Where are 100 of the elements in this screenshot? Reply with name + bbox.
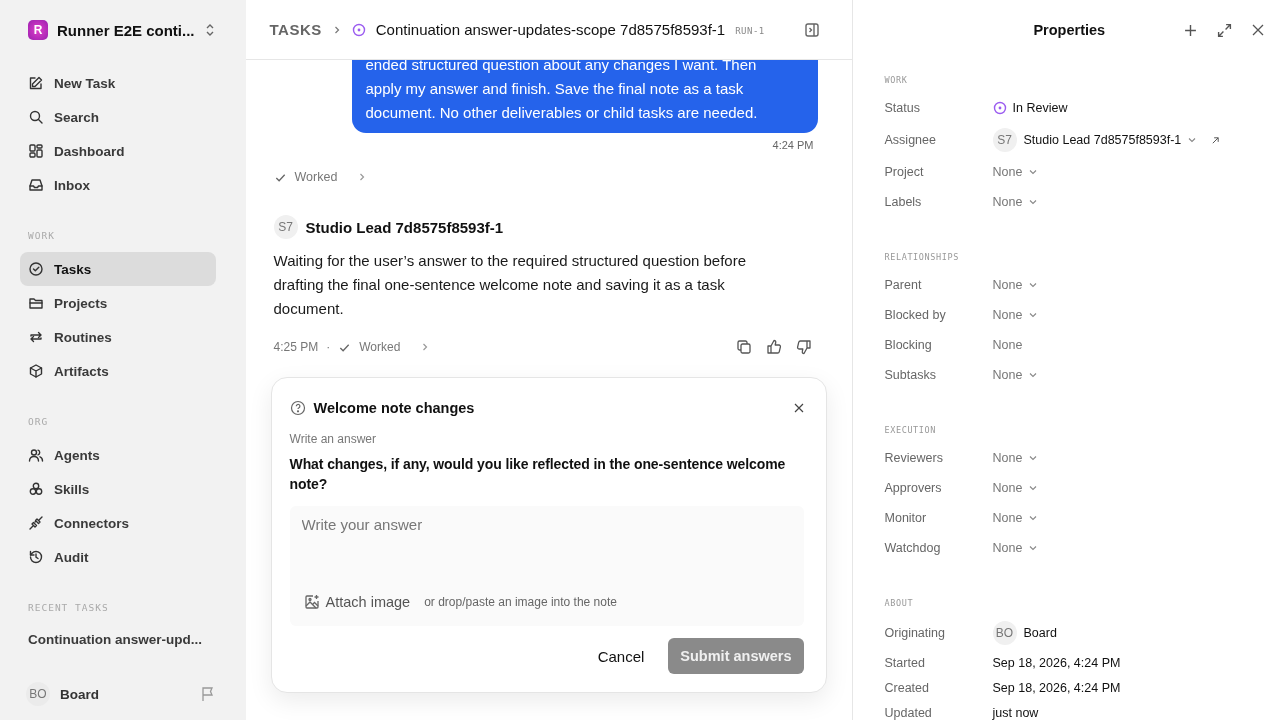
caret-down-icon[interactable] (1028, 513, 1039, 523)
cancel-button[interactable]: Cancel (587, 639, 655, 673)
section-label: WORK (27, 229, 56, 243)
separator-dot: · (326, 340, 331, 354)
flag-icon[interactable] (199, 686, 216, 702)
property-value[interactable]: None (992, 368, 1023, 382)
caret-down-icon[interactable] (1028, 197, 1039, 207)
nav-item[interactable]: Inbox (20, 168, 216, 202)
caret-down-icon[interactable] (1028, 370, 1039, 380)
plug-icon (28, 515, 44, 531)
agent-name: Studio Lead 7d8575f8593f-1 (305, 218, 504, 236)
agent-avatar: S7 (273, 215, 298, 239)
caret-down-icon[interactable] (1187, 135, 1198, 145)
nav-item[interactable]: Tasks (20, 252, 216, 286)
avatar-initials: S7 (992, 128, 1017, 152)
nav-item[interactable]: Agents (20, 438, 216, 472)
grid-icon (28, 143, 44, 159)
user-name[interactable]: Board (60, 686, 190, 702)
property-value[interactable]: None (992, 481, 1023, 495)
agent-message: Waiting for the user’s answer to the required structured question before drafting the final one-sentence welcome note and saving it as a task document. (273, 251, 747, 319)
property-label: Watchdog (884, 541, 942, 555)
image-plus-icon (303, 594, 320, 610)
close-icon[interactable] (793, 403, 804, 413)
property-value: Sep 18, 2026, 4:24 PM (992, 655, 1121, 670)
property-label: Status (884, 101, 921, 115)
property-label: Approvers (884, 481, 943, 495)
property-value[interactable]: None (992, 451, 1023, 465)
check-circle-icon (28, 261, 44, 277)
nav-item[interactable]: Connectors (20, 506, 216, 540)
property-label: Monitor (884, 511, 928, 525)
workspace-name[interactable]: Runner E2E conti... (57, 21, 195, 39)
property-value[interactable]: None (992, 195, 1023, 209)
property-value[interactable]: None (992, 308, 1023, 322)
expand-icon[interactable] (1217, 22, 1232, 38)
search-icon (28, 109, 44, 125)
caret-down-icon[interactable] (1028, 543, 1039, 553)
caret-down-icon[interactable] (1028, 310, 1039, 320)
question-text: What changes, if any, would you like reflected in the one-sentence welcome note? (289, 455, 787, 494)
property-label: Reviewers (884, 451, 944, 465)
circles-icon (28, 481, 44, 497)
edit-icon (28, 75, 44, 91)
panel-toggle-icon[interactable] (803, 21, 820, 38)
attach-image-button[interactable]: Attach image (301, 594, 411, 610)
property-label: Parent (884, 278, 923, 292)
user-avatar: BO (26, 682, 50, 706)
property-label: Blocking (884, 338, 933, 352)
help-icon (289, 400, 306, 416)
nav-item[interactable]: New Task (20, 66, 216, 100)
thumbs-up-icon[interactable] (765, 339, 782, 355)
people-icon (28, 447, 44, 463)
nav-item[interactable]: Projects (20, 286, 216, 320)
property-value[interactable]: In Review (1012, 101, 1068, 115)
property-label: Assignee (884, 133, 937, 147)
section-label: ABOUT (884, 597, 915, 610)
property-label: Labels (884, 195, 923, 209)
workspace-logo[interactable]: R (28, 20, 48, 40)
thumbs-down-icon[interactable] (795, 339, 812, 355)
nav-item[interactable]: Skills (20, 472, 216, 506)
property-value[interactable]: None (992, 511, 1023, 525)
close-icon[interactable] (1252, 24, 1264, 36)
plus-icon[interactable] (1184, 23, 1197, 37)
caret-down-icon[interactable] (1028, 483, 1039, 493)
property-value[interactable]: None (992, 278, 1023, 292)
property-label: Created (884, 680, 930, 695)
folder-icon (28, 295, 44, 311)
property-value[interactable]: Board (1023, 626, 1057, 640)
status-icon (992, 101, 1007, 115)
repeat-icon (28, 329, 44, 345)
section-label: EXECUTION (884, 424, 937, 437)
answer-field[interactable]: Write your answer Attach image or drop/paste an image into the note (289, 506, 804, 626)
property-label: Blocked by (884, 308, 947, 322)
property-value[interactable]: None (992, 165, 1023, 179)
section-label: WORK (884, 74, 909, 87)
nav-item[interactable]: Artifacts (20, 354, 216, 388)
caret-down-icon[interactable] (1028, 453, 1039, 463)
status-icon (351, 22, 366, 37)
breadcrumb-link[interactable]: TASKS (269, 21, 322, 38)
worked-label[interactable]: Worked (359, 340, 401, 354)
copy-icon[interactable] (735, 339, 752, 355)
recent-task[interactable]: Continuation answer-upd... (20, 624, 216, 647)
section-label: ORG (27, 415, 50, 429)
property-value: Sep 18, 2026, 4:24 PM (992, 680, 1121, 695)
history-icon (28, 549, 44, 565)
inbox-icon (28, 177, 44, 193)
caret-down-icon[interactable] (1028, 280, 1039, 290)
cube-icon (28, 363, 44, 379)
property-label: Project (884, 165, 925, 179)
external-link-icon[interactable] (1211, 135, 1221, 145)
caret-down-icon[interactable] (1028, 167, 1039, 177)
property-label: Started (884, 655, 926, 670)
property-value: just now (992, 705, 1039, 720)
nav-item[interactable]: Audit (20, 540, 216, 574)
nav-item[interactable]: Dashboard (20, 134, 216, 168)
panel-title: Properties (1032, 22, 1107, 38)
nav-item[interactable]: Routines (20, 320, 216, 354)
property-value[interactable]: Studio Lead 7d8575f8593f-1 (1023, 133, 1182, 147)
nav-item[interactable]: Search (20, 100, 216, 134)
worked-label[interactable]: Worked (294, 170, 338, 184)
section-label: RECENT TASKS (27, 601, 110, 615)
property-value[interactable]: None (992, 541, 1023, 555)
